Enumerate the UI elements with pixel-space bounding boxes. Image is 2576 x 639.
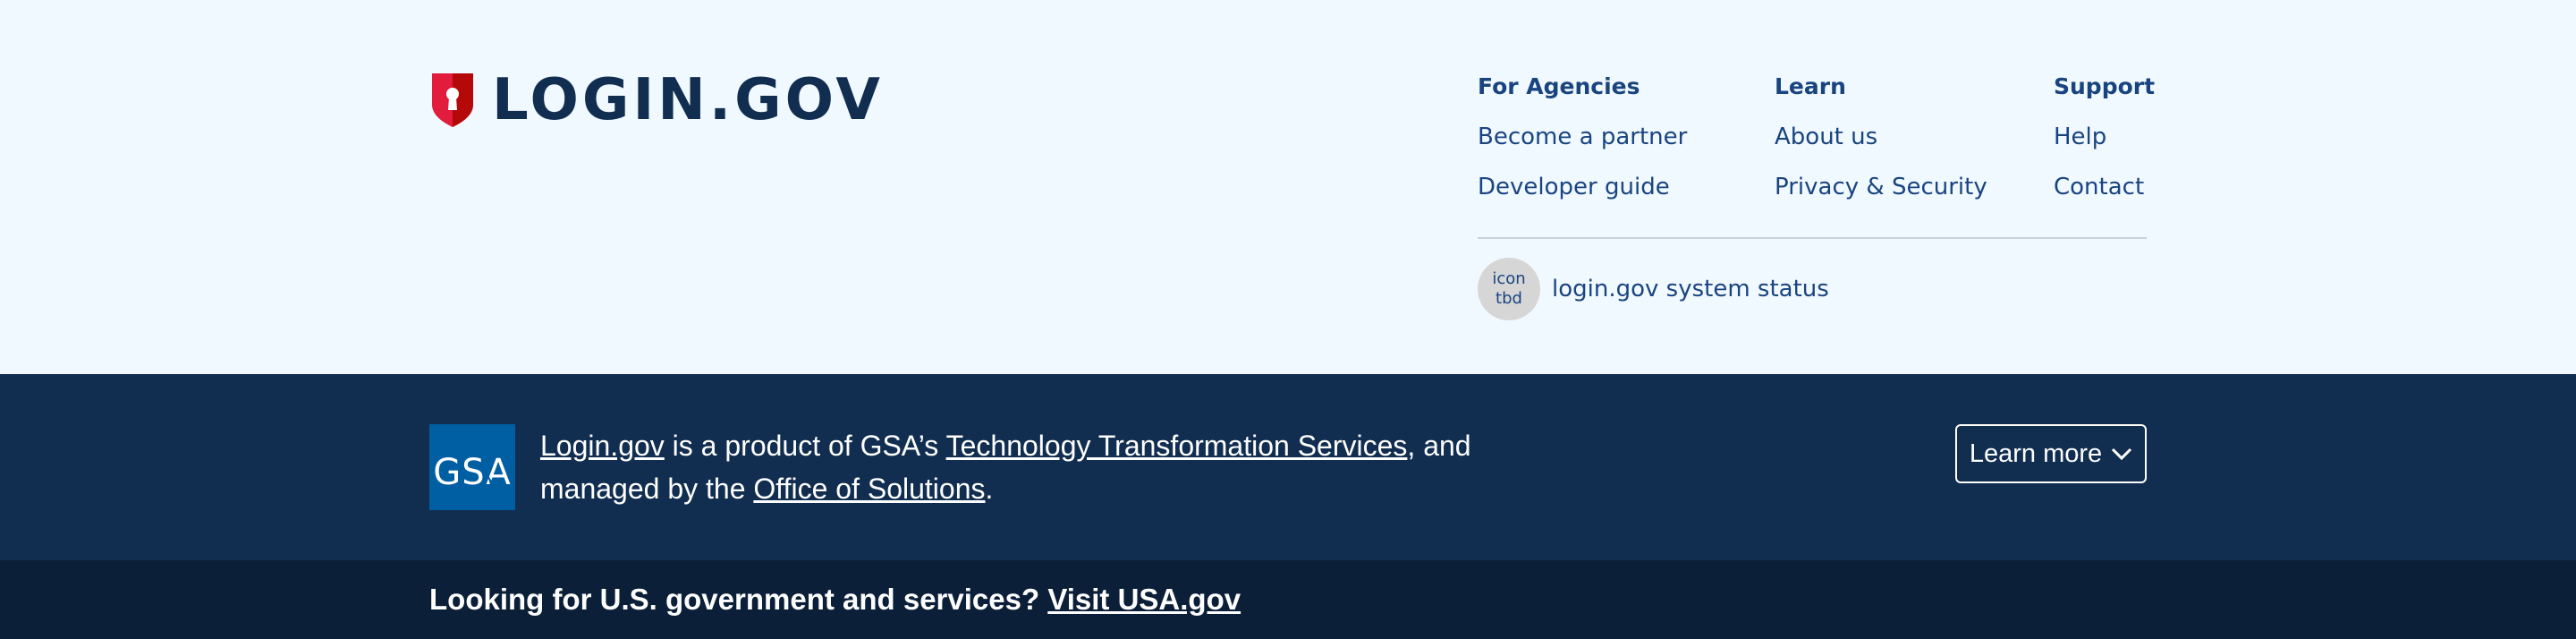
help-link[interactable]: Help bbox=[2054, 122, 2155, 152]
status-placeholder-icon: icon tbd bbox=[1478, 258, 1540, 320]
learn-more-label: Learn more bbox=[1969, 439, 2103, 468]
chevron-down-icon bbox=[2112, 447, 2132, 461]
nav-column-support: Support Help Contact bbox=[2054, 72, 2155, 202]
status-icon-line1: icon bbox=[1492, 269, 1526, 288]
logo-wordmark: LOGIN.GOV bbox=[492, 67, 884, 133]
learn-more-button[interactable]: Learn more bbox=[1955, 424, 2147, 483]
developer-guide-link[interactable]: Developer guide bbox=[1478, 172, 1687, 202]
tts-link[interactable]: Technology Transformation Services bbox=[946, 430, 1408, 462]
system-status-link[interactable]: login.gov system status bbox=[1552, 276, 1829, 302]
gsa-logo[interactable]: GSA bbox=[429, 424, 515, 510]
footer-divider bbox=[1478, 237, 2147, 239]
gsa-statement: Login.gov is a product of GSA’s Technolo… bbox=[540, 424, 1560, 510]
nav-column-for-agencies: For Agencies Become a partner Developer … bbox=[1478, 72, 1687, 202]
gov-banner: Looking for U.S. government and services… bbox=[0, 560, 2576, 639]
system-status: icon tbd login.gov system status bbox=[1478, 258, 1829, 320]
contact-link[interactable]: Contact bbox=[2054, 172, 2155, 202]
about-us-link[interactable]: About us bbox=[1775, 122, 1987, 152]
shield-keyhole-icon bbox=[432, 73, 473, 127]
visit-usa-gov-link[interactable]: Visit USA.gov bbox=[1047, 583, 1241, 616]
column-heading: For Agencies bbox=[1478, 73, 1640, 99]
privacy-security-link[interactable]: Privacy & Security bbox=[1775, 172, 1987, 202]
gov-banner-prompt: Looking for U.S. government and services… bbox=[429, 583, 1048, 616]
column-heading: Support bbox=[2054, 73, 2156, 99]
office-of-solutions-link[interactable]: Office of Solutions bbox=[753, 473, 985, 505]
status-icon-line2: tbd bbox=[1496, 289, 1522, 308]
nav-column-learn: Learn About us Privacy & Security bbox=[1775, 72, 1987, 202]
column-heading: Learn bbox=[1775, 73, 1846, 99]
gsa-logo-icon: GSA bbox=[433, 452, 512, 493]
gov-banner-text: Looking for U.S. government and services… bbox=[429, 580, 1241, 619]
gsa-banner: GSA Login.gov is a product of GSA’s Tech… bbox=[0, 374, 2576, 560]
gsa-logo-text: GSA bbox=[433, 452, 512, 493]
statement-text-1: is a product of GSA’s bbox=[664, 430, 946, 462]
become-partner-link[interactable]: Become a partner bbox=[1478, 122, 1687, 152]
login-gov-link[interactable]: Login.gov bbox=[540, 430, 665, 462]
login-gov-logo[interactable]: LOGIN.GOV bbox=[429, 70, 884, 131]
statement-text-3: . bbox=[985, 473, 994, 505]
footer-top: LOGIN.GOV For Agencies Become a partner … bbox=[0, 0, 2576, 374]
